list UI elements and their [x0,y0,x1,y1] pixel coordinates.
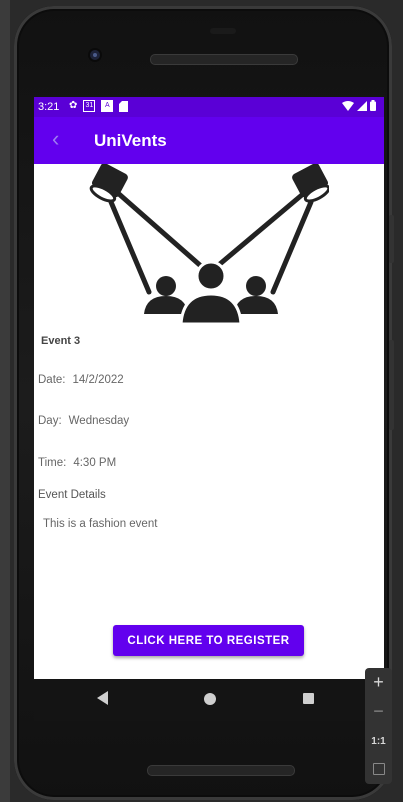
event-details-text: This is a fashion event [43,518,158,530]
event-details-label: Event Details [38,489,106,501]
battery-icon [370,100,376,111]
date-value: 14/2/2022 [72,374,124,386]
nav-back-icon[interactable] [97,691,108,705]
status-system-icons [342,100,376,111]
status-notification-icons: ✿ 31 A [69,100,129,112]
time-value: 4:30 PM [73,457,117,469]
left-window-strip [0,0,10,802]
bottom-speaker-grille [147,765,295,776]
zoom-fit-icon[interactable] [373,763,385,775]
a-notification-icon: A [101,100,114,112]
register-button[interactable]: CLICK HERE TO REGISTER [113,625,304,656]
event-title: Event 3 [41,335,81,347]
nav-home-icon[interactable] [204,693,216,705]
navigation-bar [34,679,384,721]
app-screen: 3:21 ✿ 31 A ‹ UniVents Event 3 Date: 14/… [34,97,384,679]
zoom-1-to-1-button[interactable]: 1:1 [365,736,392,747]
status-bar: 3:21 ✿ 31 A [34,97,384,117]
spotlights-audience-icon [89,164,329,326]
power-button[interactable] [389,340,394,430]
settings-gear-icon: ✿ [69,100,78,111]
day-label: Day: [38,415,62,427]
volume-button[interactable] [389,215,394,263]
event-day-row: Day: Wednesday [38,415,129,427]
event-date-row: Date: 14/2/2022 [38,374,124,386]
wifi-icon [342,100,354,111]
status-time: 3:21 [38,101,60,113]
emulator-zoom-panel: + − 1:1 [365,668,392,784]
signal-icon [357,100,367,111]
sd-card-icon [119,100,129,112]
top-speaker-grille [150,54,298,65]
event-time-row: Time: 4:30 PM [38,457,116,469]
date-label: Date: [38,374,66,386]
earpiece-notch [210,28,236,34]
zoom-in-button[interactable]: + [365,672,392,693]
front-camera [90,50,100,60]
calendar-icon: 31 [83,100,96,112]
app-title: UniVents [94,131,167,150]
day-value: Wednesday [68,415,130,427]
app-bar: ‹ UniVents [34,117,384,164]
back-arrow-icon[interactable]: ‹ [52,128,59,150]
zoom-out-button[interactable]: − [365,701,392,722]
time-label: Time: [38,457,67,469]
nav-recents-icon[interactable] [303,693,314,704]
